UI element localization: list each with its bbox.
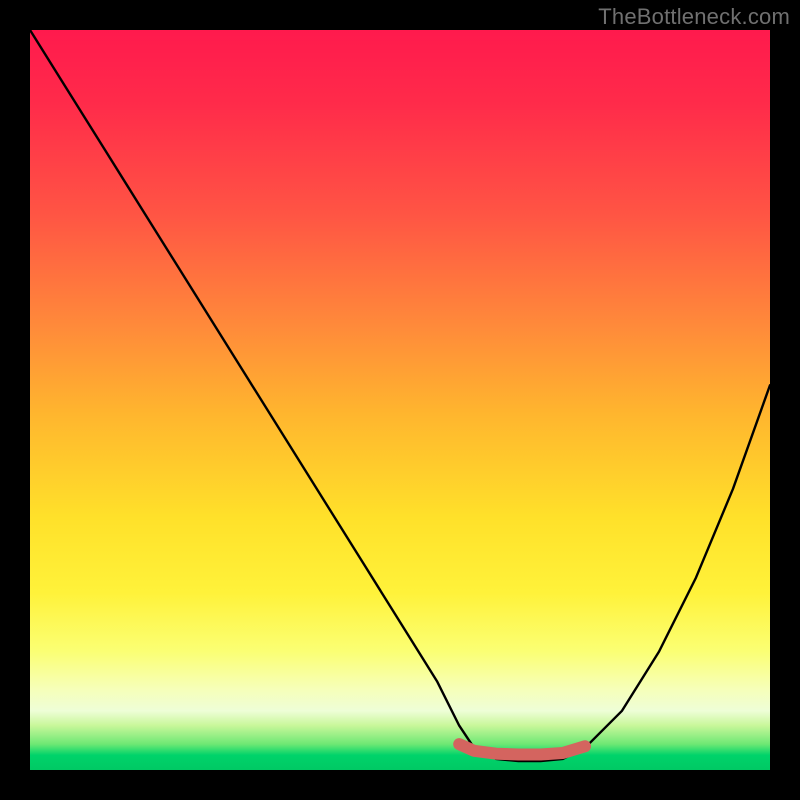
chart-frame: TheBottleneck.com bbox=[0, 0, 800, 800]
bottleneck-curve bbox=[30, 30, 770, 761]
watermark-text: TheBottleneck.com bbox=[598, 4, 790, 30]
chart-svg bbox=[30, 30, 770, 770]
plot-area bbox=[30, 30, 770, 770]
optimal-range-marker bbox=[459, 744, 585, 754]
